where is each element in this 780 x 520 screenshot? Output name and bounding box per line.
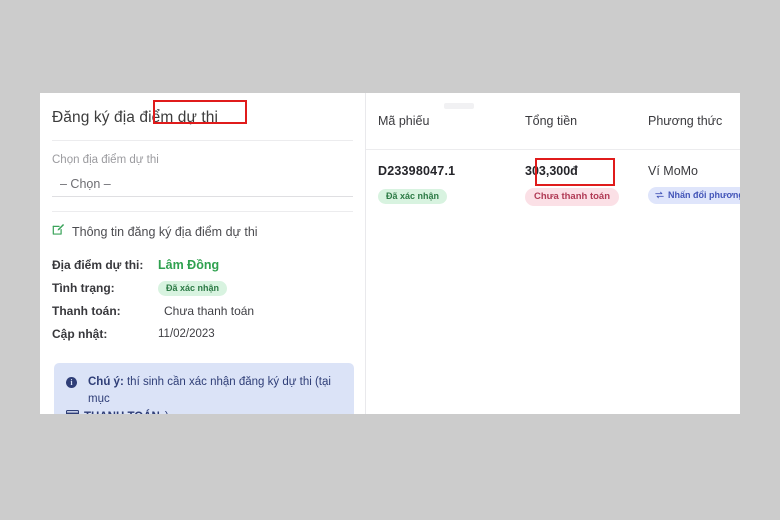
column-header-code: Mã phiếu <box>378 114 430 128</box>
cell-method: Ví MoMo Nhấn đổi phương thức <box>648 164 740 207</box>
note-text-2: ). <box>165 409 172 414</box>
note-text-1: Chú ý: thí sinh cần xác nhận đăng ký dự … <box>88 374 342 408</box>
row-payment-badge-unpaid: Chưa thanh toán <box>525 188 620 206</box>
column-header-amount: Tổng tiền <box>525 114 578 128</box>
total-amount: 303,300đ <box>525 164 578 178</box>
cell-amount-badge-wrap: Chưa thanh toán <box>525 158 648 206</box>
info-value-updated: 11/02/2023 <box>158 328 215 340</box>
select-wrapper: – Chọn – <box>52 173 353 197</box>
payment-table-panel: Mã phiếu Tổng tiền Phương thức # D233980… <box>366 93 740 414</box>
note-line-1: i Chú ý: thí sinh cần xác nhận đăng ký d… <box>66 374 342 408</box>
exam-location-select[interactable]: – Chọn – <box>52 173 353 197</box>
change-method-button[interactable]: Nhấn đổi phương thức <box>648 186 740 204</box>
info-value-location: Lâm Đồng <box>158 258 220 272</box>
registration-info-header: Thông tin đăng ký địa điểm dự thi <box>40 212 365 241</box>
cell-code: D23398047.1 Đã xác nhận <box>378 164 525 207</box>
info-key-updated: Cập nhật: <box>52 327 108 341</box>
main-card: Đăng ký địa điểm dự thi Chọn địa điểm dự… <box>40 93 740 414</box>
payment-status-value: Chưa thanh toán <box>164 304 255 318</box>
table-row: D23398047.1 Đã xác nhận 303,300đ Chưa th… <box>366 150 740 207</box>
note-body-text: thí sinh cần xác nhận đăng ký dự thi (tạ… <box>88 376 331 405</box>
info-row-payment: Thanh toán: Chưa thanh toán <box>52 100 365 322</box>
cell-amount: 303,300đ Chưa thanh toán <box>525 158 648 207</box>
table-header-row: Mã phiếu Tổng tiền Phương thức # <box>366 93 740 150</box>
info-row-updated: Cập nhật: 11/02/2023 <box>52 323 365 345</box>
swap-arrows-icon <box>655 191 664 199</box>
page-title: Đăng ký địa điểm dự thi <box>52 109 219 126</box>
payment-method-name: Ví MoMo <box>648 164 699 178</box>
info-key-status: Tình trạng: <box>52 281 115 295</box>
column-header-method: Phương thức <box>648 114 723 128</box>
cell-method-badge-wrap: Nhấn đổi phương thức <box>648 186 740 204</box>
info-row-location: Địa điểm dự thi: Lâm Đồng <box>52 254 365 276</box>
row-status-badge-confirmed: Đã xác nhận <box>378 189 448 204</box>
status-badge-confirmed: Đã xác nhận <box>158 280 228 296</box>
note-box: i Chú ý: thí sinh cần xác nhận đăng ký d… <box>54 363 354 414</box>
info-row-status: Tình trạng: Đã xác nhận <box>52 277 365 299</box>
note-line-2: THANH TOÁN). <box>65 409 342 414</box>
receipt-code: D23398047.1 <box>378 164 456 178</box>
cell-code-badge-wrap: Đã xác nhận <box>378 186 525 204</box>
registration-info-heading: Thông tin đăng ký địa điểm dự thi <box>72 225 258 239</box>
info-key-location: Địa điểm dự thi: <box>52 258 144 272</box>
info-key-payment: Thanh toán: <box>52 304 121 318</box>
select-label: Chọn địa điểm dự thi <box>52 154 159 166</box>
placeholder-artifact <box>444 103 474 109</box>
note-payment-link[interactable]: THANH TOÁN <box>84 409 160 414</box>
info-circle-icon: i <box>66 377 77 388</box>
registration-panel: Đăng ký địa điểm dự thi Chọn địa điểm dự… <box>40 93 366 414</box>
edit-square-icon <box>52 223 65 241</box>
change-method-label: Nhấn đổi phương thức <box>668 189 740 200</box>
note-bold-prefix: Chú ý: <box>88 376 124 388</box>
info-list: Địa điểm dự thi: Lâm Đồng Tình trạng: Đã… <box>40 100 365 345</box>
credit-card-icon <box>65 409 80 414</box>
